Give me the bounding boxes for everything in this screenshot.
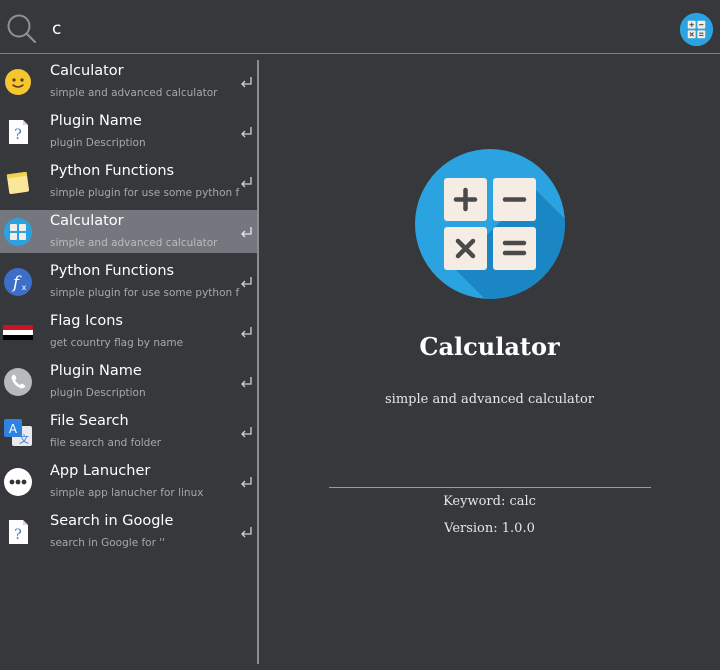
result-title: Python Functions (50, 263, 175, 279)
result-item[interactable]: Flag Icons get country flag by name (0, 310, 257, 353)
result-title: Calculator (50, 213, 124, 229)
translate-icon: A 文 (4, 419, 32, 446)
detail-description: simple and advanced calculator (384, 392, 595, 407)
smiley-icon (5, 69, 31, 95)
result-title: Flag Icons (50, 313, 123, 329)
result-item-selected[interactable]: Calculator simple and advanced calculato… (0, 210, 257, 253)
result-description: search in Google for '' (50, 537, 166, 549)
function-icon: f x (4, 268, 32, 296)
result-description: simple and advanced calculator (50, 87, 218, 99)
keyword-label: Keyword: calc (443, 494, 536, 509)
notepad-icon (6, 171, 30, 195)
result-title: Plugin Name (50, 363, 142, 379)
result-title: File Search (50, 413, 129, 429)
svg-text:?: ? (14, 527, 22, 543)
result-item[interactable]: App Lanucher simple app lanucher for lin… (0, 460, 257, 503)
detail-divider (329, 487, 651, 488)
calculator-icon (4, 218, 32, 246)
enter-icon (241, 377, 252, 388)
result-title: Search in Google (50, 513, 174, 529)
detail-title: Calculator (419, 332, 560, 361)
svg-text:?: ? (14, 127, 22, 143)
results-list: Calculator simple and advanced calculato… (0, 60, 257, 662)
flag-icon (3, 325, 33, 340)
result-description: simple and advanced calculator (50, 237, 218, 249)
result-title: Calculator (50, 63, 124, 79)
svg-text:文: 文 (19, 433, 29, 446)
enter-icon (241, 327, 252, 338)
result-item[interactable]: A 文 File Search file search and folder (0, 410, 257, 453)
search-input[interactable] (46, 14, 658, 44)
detail-pane: Calculator simple and advanced calculato… (259, 60, 720, 664)
question-document-icon: ? (9, 520, 28, 544)
result-title: Plugin Name (50, 113, 142, 129)
enter-icon (241, 427, 252, 438)
result-item[interactable]: Python Functions simple plugin for use s… (0, 160, 257, 203)
svg-text:A: A (9, 422, 18, 436)
result-description: plugin Description (50, 137, 146, 149)
result-description: simple app lanucher for linux (50, 487, 204, 499)
enter-icon (241, 177, 252, 188)
result-title: Python Functions (50, 163, 175, 179)
enter-icon (241, 77, 252, 88)
question-document-icon: ? (9, 120, 28, 144)
enter-icon (241, 227, 252, 238)
result-item[interactable]: Plugin Name plugin Description (0, 360, 257, 403)
result-description: simple plugin for use some python functi… (50, 287, 240, 299)
result-item[interactable]: ? Plugin Name plugin Description (0, 110, 257, 153)
enter-icon (241, 477, 252, 488)
search-divider (0, 53, 720, 54)
result-item[interactable]: Calculator simple and advanced calculato… (0, 60, 257, 103)
result-description: file search and folder (50, 437, 162, 449)
calculator-app-icon[interactable] (679, 12, 714, 47)
calculator-icon (415, 149, 565, 299)
phone-icon (4, 368, 32, 396)
result-description: get country flag by name (50, 337, 184, 349)
more-dots-icon (4, 468, 32, 496)
result-title: App Lanucher (50, 463, 151, 479)
result-item[interactable]: f x Python Functions simple plugin for u… (0, 260, 257, 303)
result-description: simple plugin for use some python functi… (50, 187, 240, 199)
svg-text:x: x (22, 283, 27, 292)
search-bar (0, 0, 720, 54)
enter-icon (241, 127, 252, 138)
enter-icon (241, 527, 252, 538)
enter-icon (241, 277, 252, 288)
result-item[interactable]: ? Search in Google search in Google for … (0, 510, 257, 553)
version-label: Version: 1.0.0 (444, 521, 535, 536)
search-icon (7, 14, 36, 43)
result-description: plugin Description (50, 387, 146, 399)
